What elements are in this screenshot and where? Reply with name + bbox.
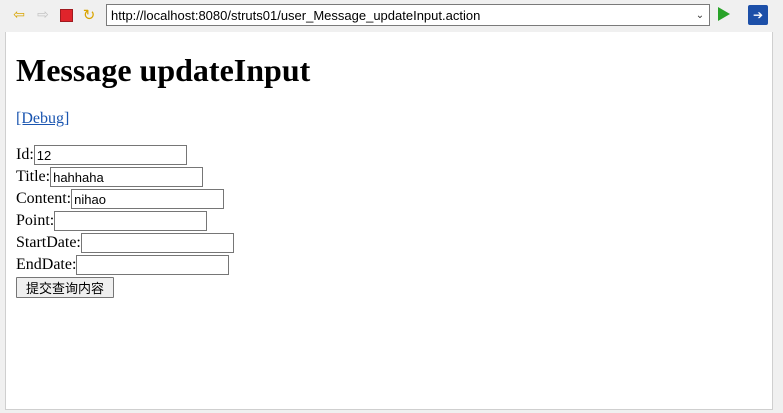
id-label: Id:	[16, 146, 34, 163]
start-date-row: StartDate:	[16, 232, 234, 254]
extension-icon[interactable]: ➔	[748, 5, 768, 25]
page-viewport: Message updateInput [Debug] Id: Title: C…	[5, 32, 773, 410]
go-arrow-icon[interactable]	[718, 7, 730, 21]
back-arrow-icon[interactable]: ⇦	[10, 6, 28, 24]
end-date-row: EndDate:	[16, 254, 234, 276]
address-bar[interactable]: ⌄	[106, 4, 710, 26]
start-date-field[interactable]	[80, 233, 234, 253]
url-input[interactable]	[107, 6, 691, 24]
title-row: Title:	[16, 166, 234, 188]
content-field[interactable]	[71, 189, 225, 209]
page-title: Message updateInput	[16, 52, 311, 88]
start-date-label: StartDate:	[16, 234, 81, 251]
point-field[interactable]	[54, 211, 208, 231]
message-form: Id: Title: Content: Point: StartDate: En…	[16, 144, 234, 298]
browser-toolbar: ⇦ ⇨ ↻ ⌄ ➔	[0, 0, 783, 32]
forward-arrow-icon[interactable]: ⇨	[34, 6, 52, 24]
chevron-down-icon[interactable]: ⌄	[691, 5, 709, 25]
title-field[interactable]	[50, 167, 204, 187]
stop-icon[interactable]	[57, 6, 75, 24]
id-field[interactable]	[33, 145, 187, 165]
point-label: Point:	[16, 212, 55, 229]
end-date-label: EndDate:	[16, 256, 77, 273]
id-row: Id:	[16, 144, 234, 166]
title-label: Title:	[16, 168, 51, 185]
refresh-icon[interactable]: ↻	[80, 6, 98, 24]
content-row: Content:	[16, 188, 234, 210]
content-label: Content:	[16, 190, 72, 207]
end-date-field[interactable]	[76, 255, 230, 275]
debug-link[interactable]: [Debug]	[16, 110, 69, 128]
submit-button[interactable]: 提交查询内容	[16, 277, 115, 298]
point-row: Point:	[16, 210, 234, 232]
